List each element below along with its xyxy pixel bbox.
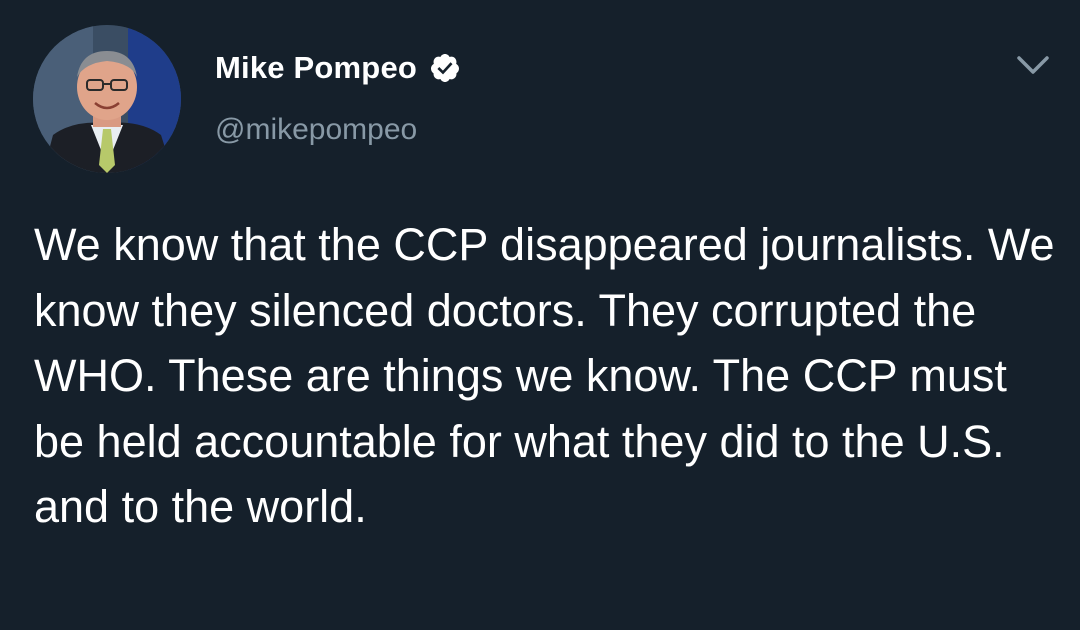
tweet-text: We know that the CCP disappeared journal… xyxy=(34,219,1055,532)
verified-badge-icon xyxy=(429,52,461,84)
author-display-name[interactable]: Mike Pompeo xyxy=(215,50,417,86)
tweet-card: Mike Pompeo @mikepompeo We know that the… xyxy=(0,0,1080,630)
author-handle[interactable]: @mikepompeo xyxy=(215,113,417,147)
author-name-row: Mike Pompeo xyxy=(215,48,461,88)
chevron-down-icon[interactable] xyxy=(1014,50,1052,80)
avatar-image xyxy=(33,25,181,173)
avatar[interactable] xyxy=(33,25,181,173)
